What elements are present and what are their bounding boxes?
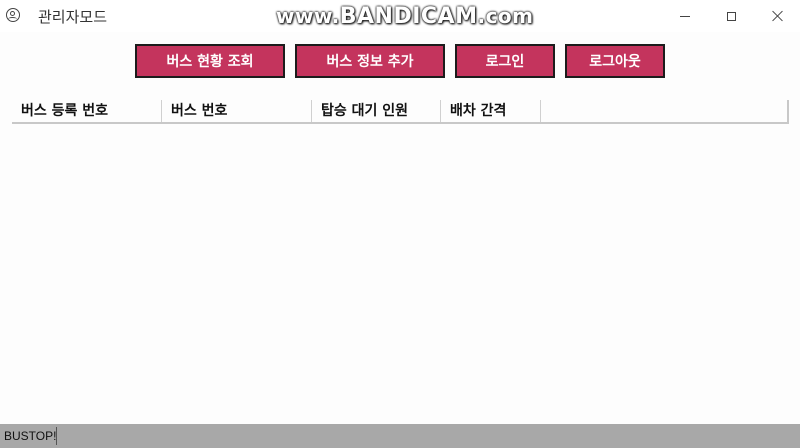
title-bar: 관리자모드 www.BANDICAM.com — [0, 0, 800, 32]
watermark-suffix: .com — [477, 4, 534, 28]
close-button[interactable] — [754, 0, 800, 32]
login-button[interactable]: 로그인 — [455, 44, 555, 78]
minimize-icon — [680, 15, 690, 17]
user-circle-icon — [6, 8, 20, 22]
watermark-brand: BANDICAM — [339, 4, 478, 29]
logout-button[interactable]: 로그아웃 — [565, 44, 665, 78]
minimize-button[interactable] — [662, 0, 708, 32]
recording-watermark: www.BANDICAM.com — [276, 4, 534, 29]
bus-table-body[interactable] — [12, 124, 789, 422]
bus-status-button[interactable]: 버스 현황 조회 — [135, 44, 285, 78]
window-title: 관리자모드 — [38, 8, 108, 26]
watermark-prefix: www. — [276, 4, 340, 28]
table-edge — [787, 100, 789, 124]
column-header-waiting-count[interactable]: 탑승 대기 인원 — [312, 100, 441, 122]
maximize-icon — [726, 11, 736, 21]
close-icon — [771, 10, 783, 22]
add-bus-button[interactable]: 버스 정보 추가 — [295, 44, 445, 78]
status-text: BUSTOP! — [4, 429, 57, 443]
maximize-button[interactable] — [708, 0, 754, 32]
status-separator — [56, 427, 57, 445]
column-header-bus-no[interactable]: 버스 번호 — [162, 100, 312, 122]
bus-table-header: 버스 등록 번호 버스 번호 탑승 대기 인원 배차 간격 — [12, 100, 789, 124]
column-header-registration-no[interactable]: 버스 등록 번호 — [12, 100, 162, 122]
column-header-interval[interactable]: 배차 간격 — [441, 100, 541, 122]
status-bar: BUSTOP! — [0, 424, 800, 448]
